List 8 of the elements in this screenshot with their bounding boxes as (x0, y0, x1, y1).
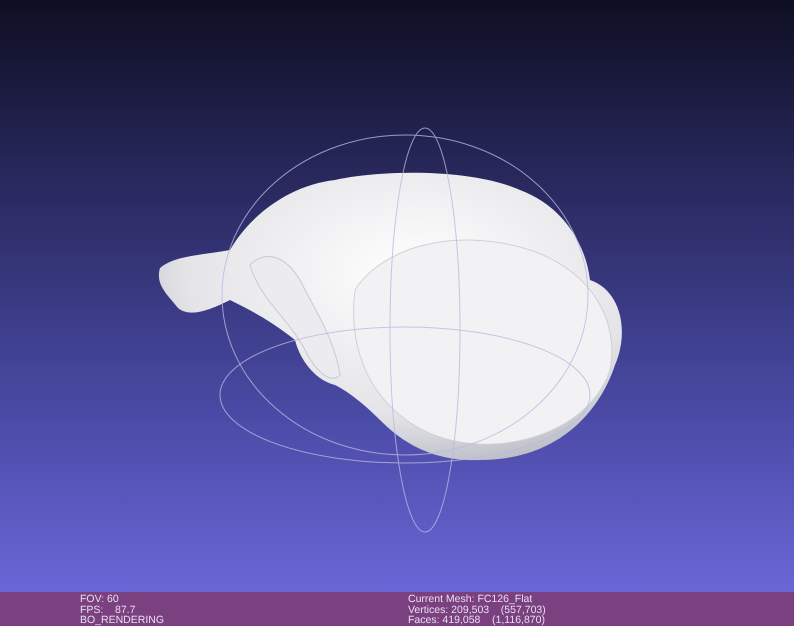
info-text: BO_RENDERING (80, 615, 164, 626)
trackball-drawing[interactable] (220, 128, 590, 532)
mesh-info-text: Current Mesh: FC126_Flat (408, 594, 532, 604)
mesh-info-text: Vertices: 209,503 (557,703) (408, 604, 546, 615)
info-text: FOV: 60 (80, 594, 119, 604)
info-text: FPS: 87.7 (80, 604, 136, 615)
mesh-drawing[interactable] (158, 172, 622, 460)
mesh-info-text: Faces: 419,058 (1,116,870) (408, 615, 545, 626)
